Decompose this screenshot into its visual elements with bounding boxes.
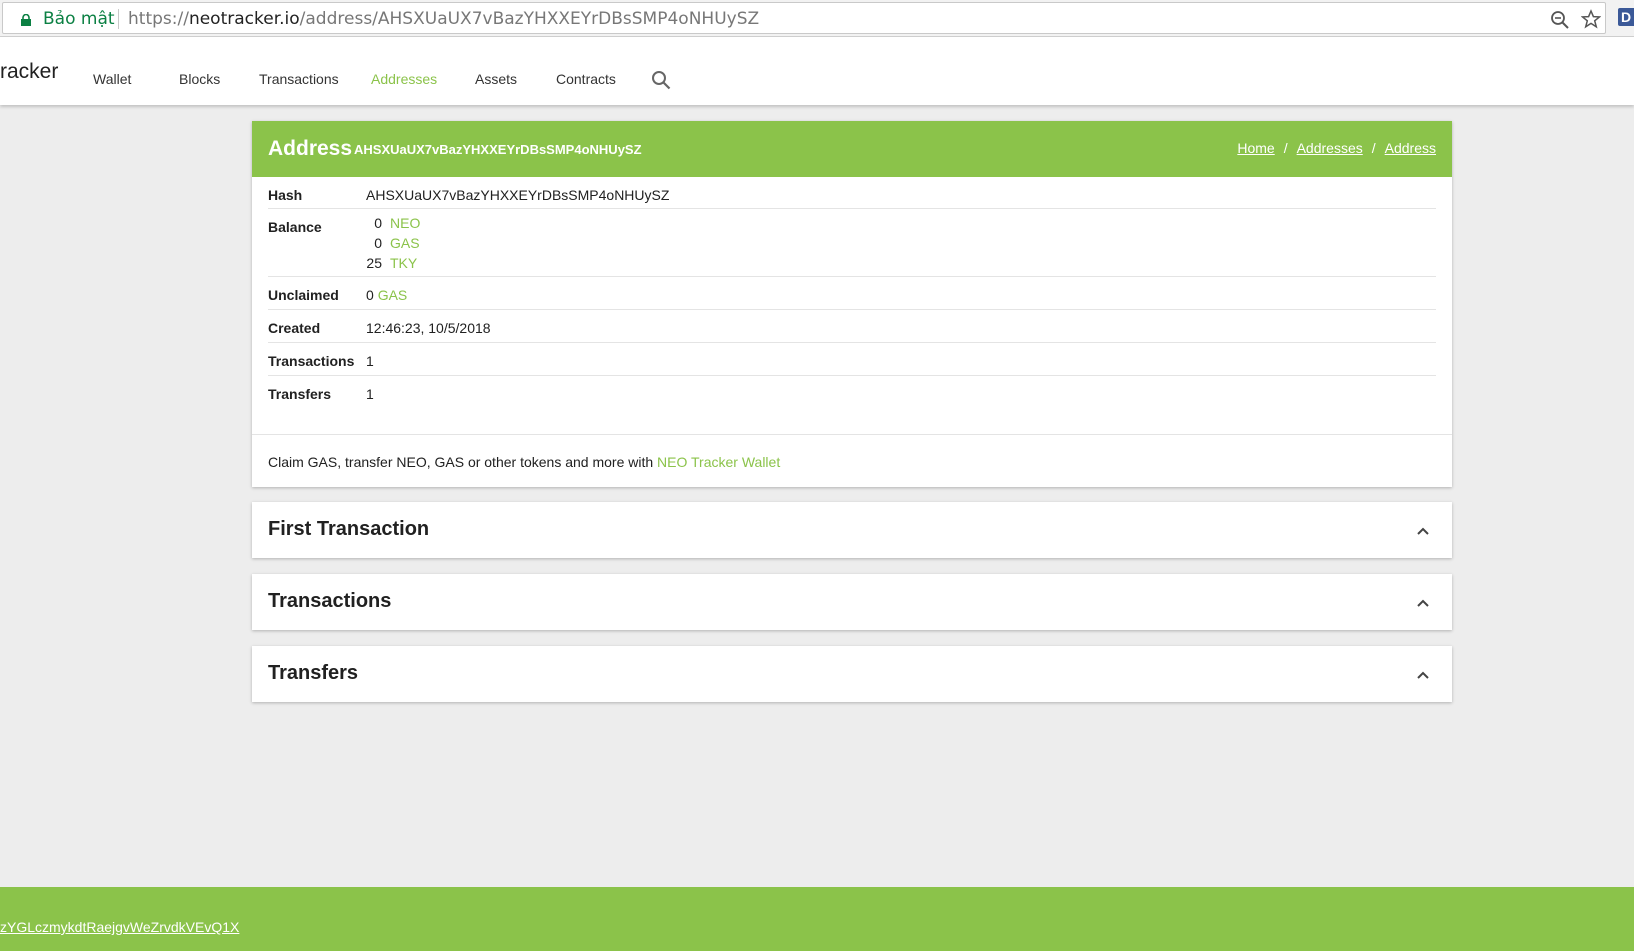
first-transaction-title: First Transaction [268, 518, 430, 540]
breadcrumb: Home / Addresses / Address [1237, 140, 1436, 156]
breadcrumb-address[interactable]: Address [1385, 140, 1436, 156]
balance-list: 0 NEO 0 GAS 25 TKY [366, 213, 420, 273]
unclaimed-row: Unclaimed 0 GAS [268, 277, 1436, 310]
chevron-up-icon[interactable] [1416, 524, 1430, 538]
nav-assets[interactable]: Assets [475, 71, 517, 87]
wallet-promo-message: Claim GAS, transfer NEO, GAS or other to… [268, 454, 658, 470]
star-icon[interactable] [1581, 9, 1601, 29]
asset-link-gas[interactable]: GAS [378, 287, 408, 303]
transactions-panel[interactable]: Transactions [252, 574, 1452, 630]
hash-row: Hash AHSXUaUX7vBazYHXXEYrDBsSMP4oNHUySZ [268, 177, 1436, 209]
address-card: Address AHSXUaUX7vBazYHXXEYrDBsSMP4oNHUy… [252, 121, 1452, 487]
transactions-title: Transactions [268, 590, 392, 612]
url-path: /address/AHSXUaUX7vBazYHXXEYrDBsSMP4oNHU… [299, 9, 760, 29]
breadcrumb-separator: / [1283, 140, 1288, 156]
first-transaction-panel[interactable]: First Transaction [252, 502, 1452, 558]
created-timestamp-link[interactable]: 12:46:23, 10/5/2018 [366, 320, 491, 336]
transfers-row: Transfers 1 [268, 376, 1436, 409]
created-row: Created 12:46:23, 10/5/2018 [268, 310, 1436, 343]
balance-row: Balance 0 NEO 0 GAS 25 TKY [268, 209, 1436, 277]
footer-donation-link[interactable]: zYGLczmykdtRaejgvWeZrvdkVEvQ1X [0, 919, 239, 935]
zoom-out-icon[interactable] [1550, 10, 1570, 30]
address-bar[interactable]: Bảo mật https://neotracker.io/address/AH… [2, 2, 1606, 34]
url-text[interactable]: https://neotracker.io/address/AHSXUaUX7v… [128, 9, 759, 29]
transfers-count: 1 [366, 386, 374, 402]
page-footer: zYGLczmykdtRaejgvWeZrvdkVEvQ1X [0, 887, 1634, 951]
nav-addresses[interactable]: Addresses [371, 71, 437, 87]
breadcrumb-separator: / [1371, 140, 1376, 156]
address-info-table: Hash AHSXUaUX7vBazYHXXEYrDBsSMP4oNHUySZ … [268, 177, 1436, 409]
wallet-promo: Claim GAS, transfer NEO, GAS or other to… [252, 434, 1452, 487]
asset-link-tky[interactable]: TKY [390, 255, 417, 271]
unclaimed-amount: 0 [366, 287, 374, 303]
breadcrumb-addresses[interactable]: Addresses [1297, 140, 1363, 156]
address-hash-title: AHSXUaUX7vBazYHXXEYrDBsSMP4oNHUySZ [354, 142, 642, 157]
balance-amount: 0 [374, 215, 382, 231]
app-header: racker Wallet Blocks Transactions Addres… [0, 37, 1634, 105]
wallet-link[interactable]: NEO Tracker Wallet [657, 454, 780, 470]
wallet-promo-text: Claim GAS, transfer NEO, GAS or other to… [268, 454, 780, 470]
balance-item: 25 TKY [366, 253, 420, 273]
transactions-row: Transactions 1 [268, 343, 1436, 376]
balance-item: 0 GAS [366, 233, 420, 253]
lock-icon [21, 14, 31, 26]
nav-wallet[interactable]: Wallet [93, 71, 131, 87]
nav-transactions[interactable]: Transactions [259, 71, 339, 87]
unclaimed-label: Unclaimed [268, 287, 339, 303]
extension-icon[interactable]: D [1618, 8, 1634, 26]
transfers-title: Transfers [268, 662, 359, 684]
omnibox-divider [118, 9, 119, 29]
nav-contracts[interactable]: Contracts [556, 71, 616, 87]
balance-label: Balance [268, 219, 322, 235]
transfers-label: Transfers [268, 386, 332, 402]
nav-blocks[interactable]: Blocks [179, 71, 220, 87]
unclaimed-value: 0 GAS [366, 287, 407, 303]
url-scheme: https:// [128, 9, 189, 29]
secure-label: Bảo mật [43, 9, 115, 29]
created-label: Created [268, 320, 321, 336]
brand-logo[interactable]: racker [0, 60, 58, 84]
transactions-count: 1 [366, 353, 374, 369]
hash-value: AHSXUaUX7vBazYHXXEYrDBsSMP4oNHUySZ [366, 187, 670, 203]
url-host: neotracker.io [188, 9, 300, 29]
balance-amount: 25 [366, 255, 382, 271]
page-title: Address [268, 137, 353, 160]
breadcrumb-home[interactable]: Home [1237, 140, 1274, 156]
asset-link-gas[interactable]: GAS [390, 235, 420, 251]
asset-link-neo[interactable]: NEO [390, 215, 420, 231]
transactions-label: Transactions [268, 353, 355, 369]
search-icon[interactable] [651, 70, 671, 90]
balance-item: 0 NEO [366, 213, 420, 233]
chevron-up-icon[interactable] [1416, 596, 1430, 610]
browser-toolbar: Bảo mật https://neotracker.io/address/AH… [0, 0, 1634, 37]
balance-amount: 0 [374, 235, 382, 251]
hash-label: Hash [268, 187, 303, 203]
transfers-panel[interactable]: Transfers [252, 646, 1452, 702]
chevron-up-icon[interactable] [1416, 668, 1430, 682]
address-card-header: Address AHSXUaUX7vBazYHXXEYrDBsSMP4oNHUy… [252, 121, 1452, 177]
